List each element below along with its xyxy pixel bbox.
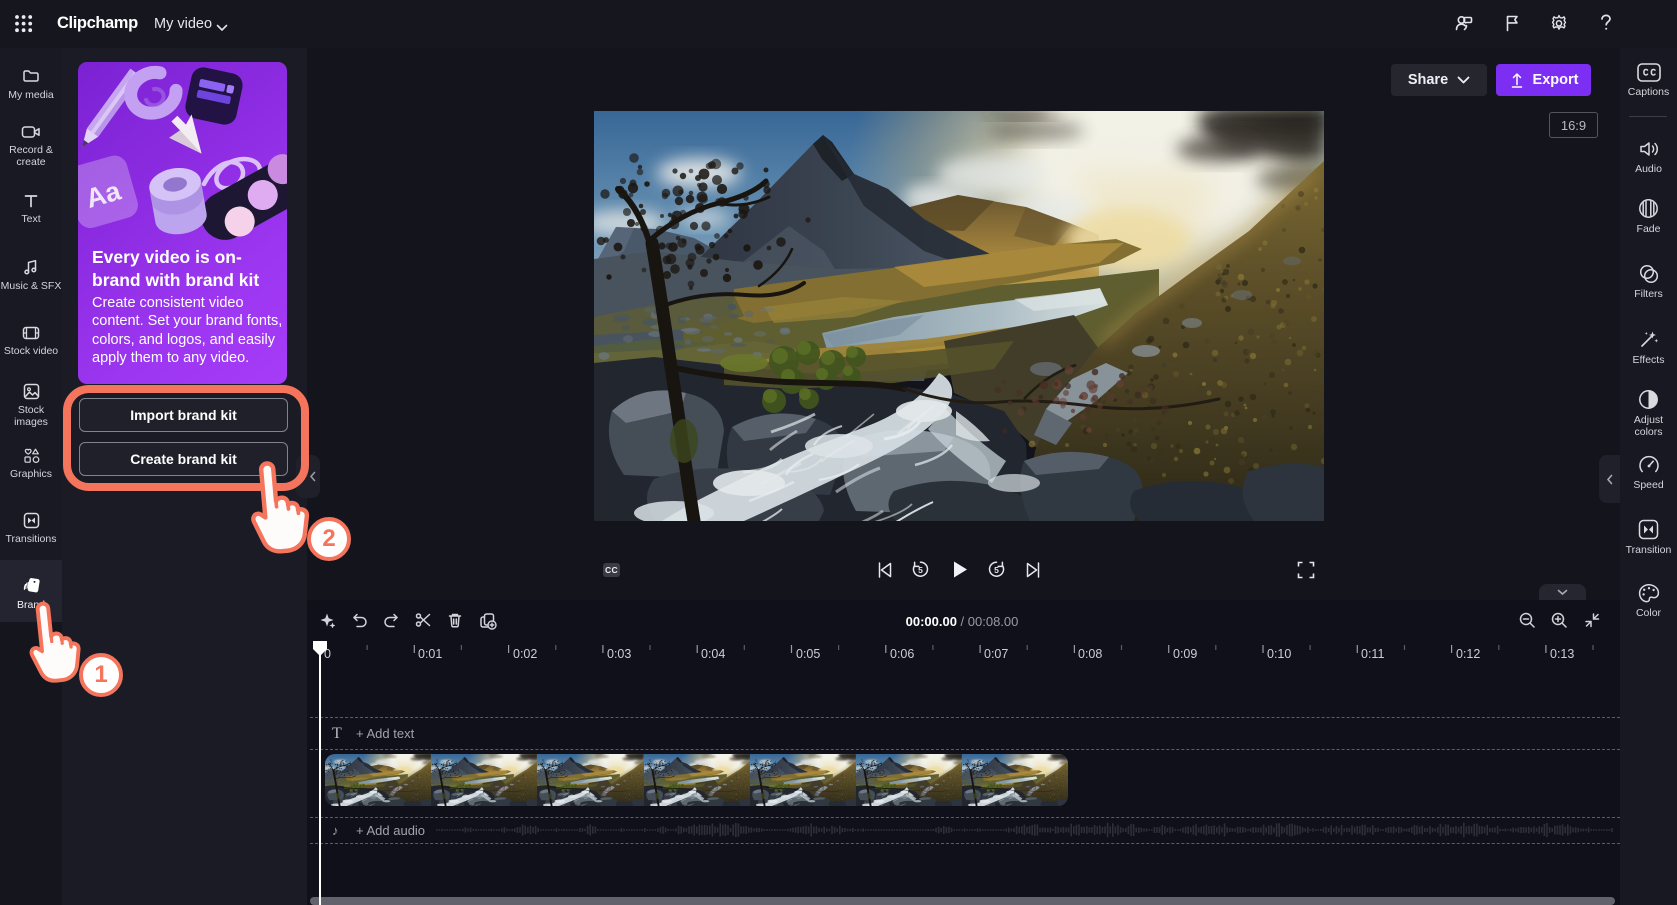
svg-text:5: 5 [918,565,923,575]
svg-text:5: 5 [994,565,999,575]
